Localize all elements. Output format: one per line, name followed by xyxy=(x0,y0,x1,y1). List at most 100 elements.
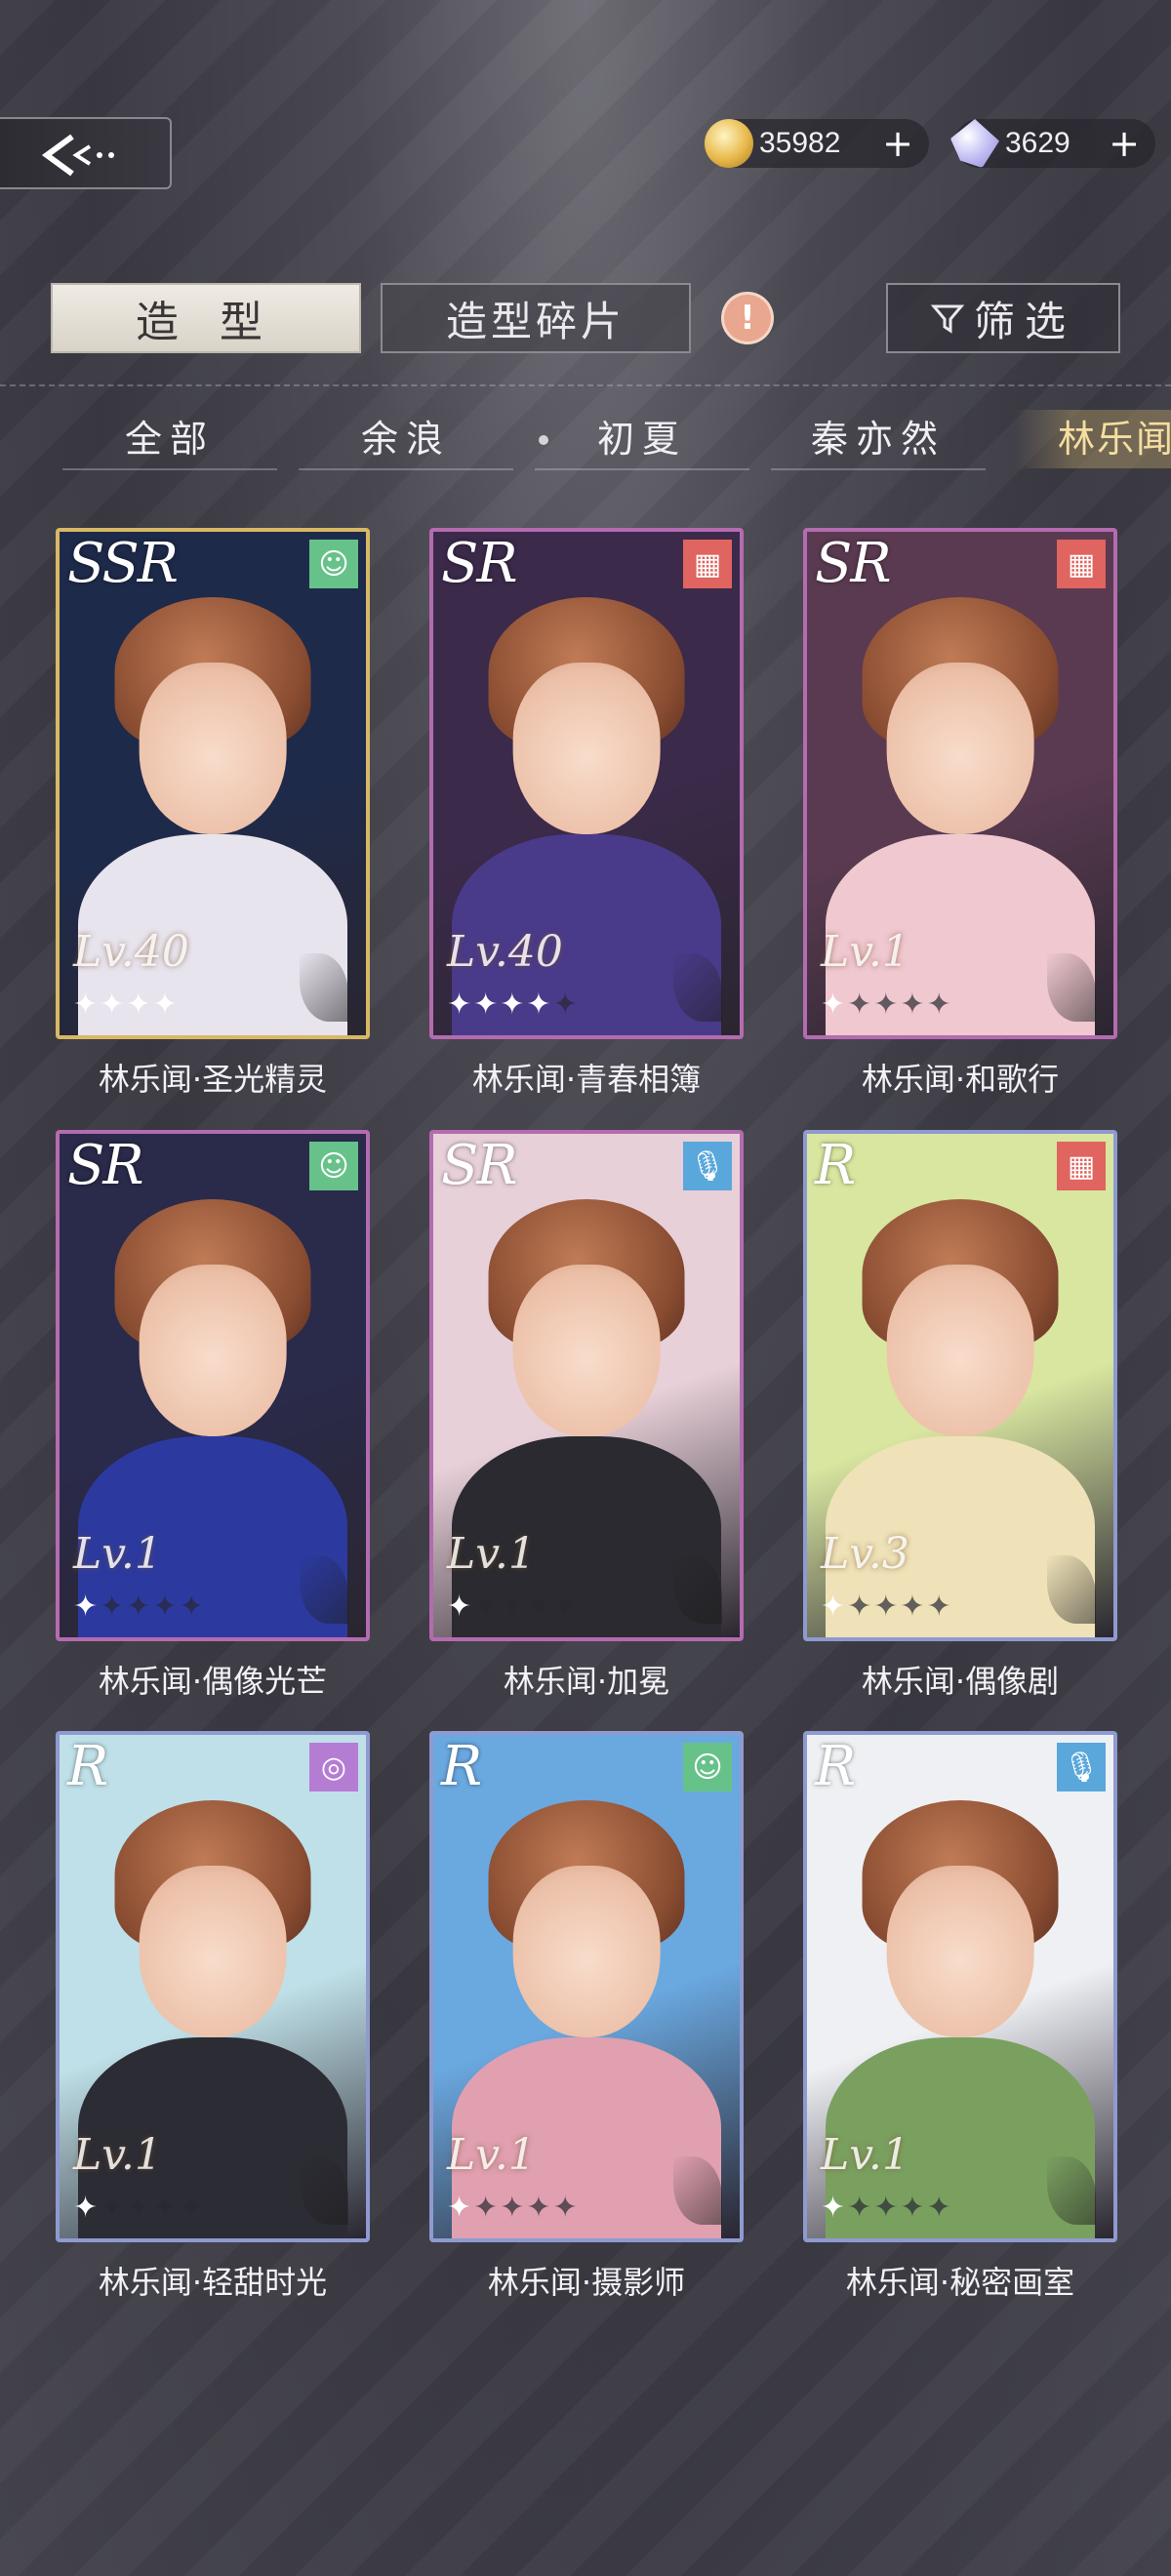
card-name: 林乐闻·圣光精灵 xyxy=(98,1061,328,1098)
tab-styles[interactable]: 造 型 xyxy=(51,283,361,353)
warning-icon[interactable]: ! xyxy=(724,295,771,342)
star-empty-icon: ✦ xyxy=(926,1590,953,1624)
rarity-label: R xyxy=(67,1735,108,1798)
rarity-label: SR xyxy=(67,1134,144,1197)
character-tab-all[interactable]: 全部 xyxy=(62,410,277,470)
style-card[interactable]: R ☺ Lv.1 ✦✦✦✦✦ xyxy=(429,1731,744,2242)
style-card[interactable]: R ▦ Lv.3 ✦✦✦✦✦ xyxy=(803,1130,1117,1641)
coin-value: 35982 xyxy=(759,127,841,159)
star-filled-icon: ✦ xyxy=(126,987,153,1022)
star-empty-icon: ✦ xyxy=(526,1590,553,1624)
clapperboard-icon: ▦ xyxy=(1057,1142,1106,1190)
card-name: 林乐闻·秘密画室 xyxy=(845,2264,1075,2301)
star-filled-icon: ✦ xyxy=(73,1590,101,1624)
star-empty-icon: ✦ xyxy=(900,987,927,1022)
microphone-icon: 🎙 xyxy=(683,1142,732,1190)
star-empty-icon: ✦ xyxy=(152,1590,180,1624)
style-card[interactable]: SR 🎙 Lv.1 ✦✦✦✦✦ xyxy=(429,1130,744,1641)
character-face xyxy=(139,663,287,834)
style-card[interactable]: SR ☺ Lv.1 ✦✦✦✦✦ xyxy=(56,1130,370,1641)
star-rating: ✦✦✦✦✦ xyxy=(821,1590,953,1624)
character-tabs: 全部 余浪 初夏 秦亦然 林乐闻 xyxy=(0,400,1171,478)
add-coins-button[interactable]: + xyxy=(882,125,913,162)
star-filled-icon: ✦ xyxy=(821,2191,848,2225)
star-empty-icon: ✦ xyxy=(552,987,580,1022)
tab-style-fragments[interactable]: 造型碎片 xyxy=(381,283,691,353)
character-face xyxy=(512,1866,661,2037)
star-empty-icon: ✦ xyxy=(847,1590,874,1624)
rarity-label: SR xyxy=(441,532,518,595)
ring-icon: ◎ xyxy=(309,1743,358,1791)
star-rating: ✦✦✦✦✦ xyxy=(447,1590,580,1624)
star-filled-icon: ✦ xyxy=(500,987,527,1022)
star-empty-icon: ✦ xyxy=(847,987,874,1022)
star-empty-icon: ✦ xyxy=(526,2191,553,2225)
star-empty-icon: ✦ xyxy=(152,2191,180,2225)
star-empty-icon: ✦ xyxy=(100,2191,127,2225)
gem-icon xyxy=(950,119,999,168)
rarity-label: SR xyxy=(815,532,892,595)
level-label: Lv.1 xyxy=(73,1529,162,1579)
rarity-label: SSR xyxy=(67,532,179,595)
star-rating: ✦✦✦✦✦ xyxy=(73,1590,206,1624)
level-label: Lv.40 xyxy=(447,927,563,977)
level-label: Lv.1 xyxy=(447,1529,536,1579)
star-empty-icon: ✦ xyxy=(179,2191,206,2225)
star-empty-icon: ✦ xyxy=(873,2191,901,2225)
star-empty-icon: ✦ xyxy=(500,2191,527,2225)
gem-value: 3629 xyxy=(1005,127,1070,159)
star-empty-icon: ✦ xyxy=(179,1590,206,1624)
character-face xyxy=(512,1265,661,1436)
level-label: Lv.3 xyxy=(821,1529,909,1579)
character-tab-chuxia[interactable]: 初夏 xyxy=(535,410,749,470)
star-empty-icon: ✦ xyxy=(900,1590,927,1624)
star-rating: ✦✦✦✦✦ xyxy=(821,987,953,1022)
star-filled-icon: ✦ xyxy=(73,2191,101,2225)
star-empty-icon: ✦ xyxy=(552,1590,580,1624)
back-arrow-icon xyxy=(41,134,114,177)
star-empty-icon: ✦ xyxy=(126,1590,153,1624)
rarity-label: R xyxy=(441,1735,482,1798)
star-empty-icon: ✦ xyxy=(473,2191,501,2225)
character-tab-qinyiran[interactable]: 秦亦然 xyxy=(771,410,986,470)
character-face xyxy=(886,1265,1034,1436)
style-card[interactable]: R 🎙 Lv.1 ✦✦✦✦✦ xyxy=(803,1731,1117,2242)
add-gems-button[interactable]: + xyxy=(1109,125,1140,162)
level-label: Lv.1 xyxy=(73,2130,162,2180)
star-rating: ✦✦✦✦ xyxy=(73,987,180,1022)
style-card[interactable]: SSR ☺ Lv.40 ✦✦✦✦ xyxy=(56,528,370,1039)
star-filled-icon: ✦ xyxy=(447,2191,474,2225)
star-empty-icon: ✦ xyxy=(900,2191,927,2225)
rarity-label: R xyxy=(815,1134,856,1197)
star-empty-icon: ✦ xyxy=(873,987,901,1022)
filter-label: 筛选 xyxy=(973,297,1075,345)
star-filled-icon: ✦ xyxy=(447,1590,474,1624)
character-tab-yulang[interactable]: 余浪 xyxy=(299,410,513,470)
star-empty-icon: ✦ xyxy=(473,1590,501,1624)
star-filled-icon: ✦ xyxy=(152,987,180,1022)
star-filled-icon: ✦ xyxy=(821,987,848,1022)
card-name: 林乐闻·轻甜时光 xyxy=(98,2264,328,2301)
rarity-label: SR xyxy=(441,1134,518,1197)
coin-counter: 35982 + xyxy=(705,119,929,168)
star-filled-icon: ✦ xyxy=(100,987,127,1022)
back-button[interactable] xyxy=(0,117,172,189)
star-empty-icon: ✦ xyxy=(552,2191,580,2225)
divider xyxy=(0,384,1171,386)
level-label: Lv.1 xyxy=(821,927,909,977)
star-empty-icon: ✦ xyxy=(100,1590,127,1624)
character-tab-linlewen[interactable]: 林乐闻 xyxy=(1015,410,1171,468)
star-rating: ✦✦✦✦✦ xyxy=(821,2191,953,2225)
style-card[interactable]: SR ▦ Lv.1 ✦✦✦✦✦ xyxy=(803,528,1117,1039)
style-card[interactable]: R ◎ Lv.1 ✦✦✦✦✦ xyxy=(56,1731,370,2242)
style-card[interactable]: SR ▦ Lv.40 ✦✦✦✦✦ xyxy=(429,528,744,1039)
filter-button[interactable]: 筛选 xyxy=(886,283,1120,353)
star-rating: ✦✦✦✦✦ xyxy=(447,2191,580,2225)
gem-counter: 3629 + xyxy=(950,119,1155,168)
card-name: 林乐闻·偶像剧 xyxy=(861,1663,1060,1700)
character-face xyxy=(139,1866,287,2037)
level-label: Lv.1 xyxy=(821,2130,909,2180)
star-empty-icon: ✦ xyxy=(926,987,953,1022)
level-label: Lv.40 xyxy=(73,927,189,977)
star-filled-icon: ✦ xyxy=(526,987,553,1022)
